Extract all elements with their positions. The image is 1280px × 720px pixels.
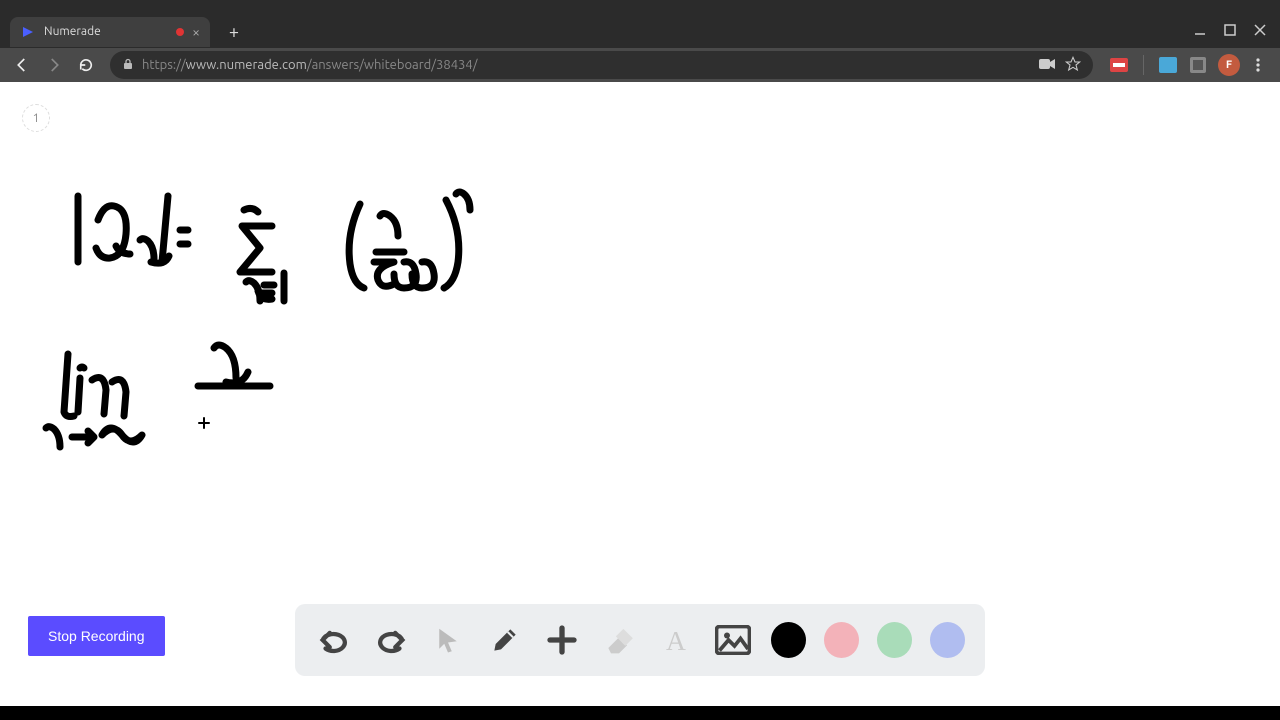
tab-title: Numerade: [44, 25, 176, 38]
close-window-button[interactable]: [1254, 24, 1266, 39]
forward-button[interactable]: [40, 51, 68, 79]
eraser-tool[interactable]: [600, 620, 639, 660]
color-pink[interactable]: [824, 622, 859, 658]
image-tool[interactable]: [714, 620, 753, 660]
minimize-button[interactable]: [1194, 24, 1206, 39]
text-tool[interactable]: A: [657, 620, 696, 660]
pencil-tool[interactable]: [486, 620, 525, 660]
url-text: https://www.numerade.com/answers/whitebo…: [142, 58, 1029, 72]
window-controls: [1194, 24, 1280, 39]
separator: [1143, 55, 1144, 75]
bottom-bar: [0, 706, 1280, 720]
pointer-tool[interactable]: [429, 620, 468, 660]
add-tool[interactable]: [543, 620, 582, 660]
color-green[interactable]: [877, 622, 912, 658]
new-tab-button[interactable]: +: [222, 20, 246, 44]
bookmark-star-icon[interactable]: [1065, 56, 1081, 75]
lock-icon: [122, 58, 134, 73]
reload-button[interactable]: [72, 51, 100, 79]
browser-toolbar: https://www.numerade.com/answers/whitebo…: [0, 48, 1280, 82]
stop-recording-button[interactable]: Stop Recording: [28, 616, 165, 656]
color-black[interactable]: [771, 622, 806, 658]
window-titlebar: [0, 0, 1280, 15]
back-button[interactable]: [8, 51, 36, 79]
extension-icon-3[interactable]: [1188, 55, 1208, 75]
svg-text:A: A: [666, 625, 686, 655]
undo-button[interactable]: [315, 620, 354, 660]
extension-icon-2[interactable]: [1158, 55, 1178, 75]
extension-icon-1[interactable]: [1109, 55, 1129, 75]
profile-avatar[interactable]: F: [1218, 54, 1240, 76]
color-blue[interactable]: [930, 622, 965, 658]
redo-button[interactable]: [372, 620, 411, 660]
menu-button[interactable]: [1244, 51, 1272, 79]
recording-indicator-icon: [176, 28, 184, 36]
address-bar[interactable]: https://www.numerade.com/answers/whitebo…: [110, 51, 1093, 79]
maximize-button[interactable]: [1224, 24, 1236, 39]
page-content: 1 Sto: [0, 82, 1280, 706]
camera-indicator-icon[interactable]: [1039, 58, 1055, 73]
browser-tab[interactable]: Numerade ×: [10, 17, 210, 47]
whiteboard-toolbar: A: [295, 604, 985, 676]
browser-tabstrip: Numerade × +: [0, 15, 1280, 48]
numerade-favicon: [20, 24, 36, 40]
extension-icons: [1103, 55, 1214, 75]
tab-close-button[interactable]: ×: [192, 25, 200, 39]
